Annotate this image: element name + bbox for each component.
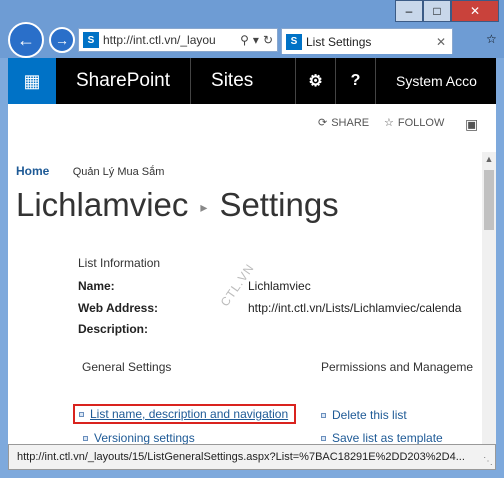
permissions-heading: Permissions and Manageme [321,360,474,374]
user-menu[interactable]: System Acco [375,58,477,104]
close-tab-icon[interactable]: ✕ [436,35,452,49]
scroll-thumb[interactable] [484,170,494,230]
address-text[interactable]: http://int.ctl.vn/_layou [103,33,240,47]
share-button[interactable]: ⟳ SHARE [318,116,370,130]
close-window-button[interactable]: ✕ [451,0,499,22]
breadcrumb-home[interactable]: Home [16,164,49,178]
versioning-settings-label: Versioning settings [94,431,195,444]
name-label: Name: [78,279,115,293]
sites-link[interactable]: Sites [190,58,295,104]
follow-star-icon: ☆ [384,117,394,129]
breadcrumb: Home Quản Lý Mua Sắm [16,164,164,178]
description-label: Description: [78,322,149,336]
new-tab-area[interactable]: ☆ [456,30,497,52]
back-button[interactable]: ← [8,22,44,58]
gear-icon[interactable]: ⚙ [295,58,335,104]
save-template-link[interactable]: Save list as template [321,431,443,444]
web-address-label: Web Address: [78,301,159,315]
list-name-link[interactable]: List name, description and navigation [73,404,297,424]
follow-button[interactable]: ☆ FOLLOW [384,116,445,130]
bullet-icon [321,412,326,418]
share-label: SHARE [331,116,370,129]
maximize-button[interactable]: □ [423,0,451,22]
forward-arrow-icon: → [55,32,69,48]
sharepoint-icon: S [286,33,302,50]
sharepoint-icon: S [83,32,99,48]
list-name-link-label: List name, description and navigation [90,407,289,421]
browser-window: – □ ✕ ← → S http://int.ctl.vn/_layou ⚲ ▾… [0,0,504,478]
search-icon[interactable]: ⚲ [240,33,249,47]
page-title: Lichlamviec ▸ Settings [16,186,339,224]
scroll-up-icon[interactable]: ▲ [482,152,496,166]
save-template-label: Save list as template [332,431,443,444]
vertical-scrollbar[interactable]: ▲ ▼ [482,152,496,444]
share-icon: ⟳ [318,117,328,129]
minimize-button[interactable]: – [395,0,423,22]
list-info-heading: List Information [78,256,161,270]
sharepoint-brand[interactable]: SharePoint [56,70,190,92]
status-bar: http://int.ctl.vn/_layouts/15/ListGenera… [8,444,496,470]
title-site[interactable]: Lichlamviec [16,186,188,223]
back-arrow-icon: ← [17,29,35,50]
star-icon[interactable]: ☆ [486,32,497,46]
name-value: Lichlamviec [248,279,311,293]
help-icon[interactable]: ? [335,58,375,104]
bullet-icon [79,411,84,417]
web-address-value: http://int.ctl.vn/Lists/Lichlamviec/cale… [248,301,462,315]
address-bar[interactable]: S http://int.ctl.vn/_layou ⚲ ▾ ↻ [78,28,278,52]
follow-label: FOLLOW [397,116,445,129]
focus-icon[interactable]: ▣ [465,116,478,133]
title-page: Settings [219,186,339,223]
versioning-settings-link[interactable]: Versioning settings [83,431,195,444]
tab-list-settings[interactable]: S List Settings ✕ [281,28,453,54]
resize-grip-icon[interactable]: ⋱ [483,456,493,467]
status-url: http://int.ctl.vn/_layouts/15/ListGenera… [17,451,465,463]
tab-title: List Settings [306,34,372,49]
title-separator-icon: ▸ [200,198,208,215]
action-bar: ⟳ SHARE ☆ FOLLOW ▣ [8,112,478,138]
delete-list-label: Delete this list [332,408,407,422]
bullet-icon [83,435,88,441]
bullet-icon [321,435,326,441]
page-content: ▦ SharePoint Sites ⚙ ? System Acco ⟳ SHA… [8,58,496,444]
delete-list-link[interactable]: Delete this list [321,408,407,422]
suite-bar: ▦ SharePoint Sites ⚙ ? System Acco [8,58,496,104]
dropdown-icon[interactable]: ▾ [253,33,259,47]
waffle-icon[interactable]: ▦ [8,58,56,104]
general-settings-heading: General Settings [82,360,172,374]
refresh-icon[interactable]: ↻ [263,33,273,47]
breadcrumb-site[interactable]: Quản Lý Mua Sắm [73,166,165,178]
forward-button[interactable]: → [49,27,75,53]
